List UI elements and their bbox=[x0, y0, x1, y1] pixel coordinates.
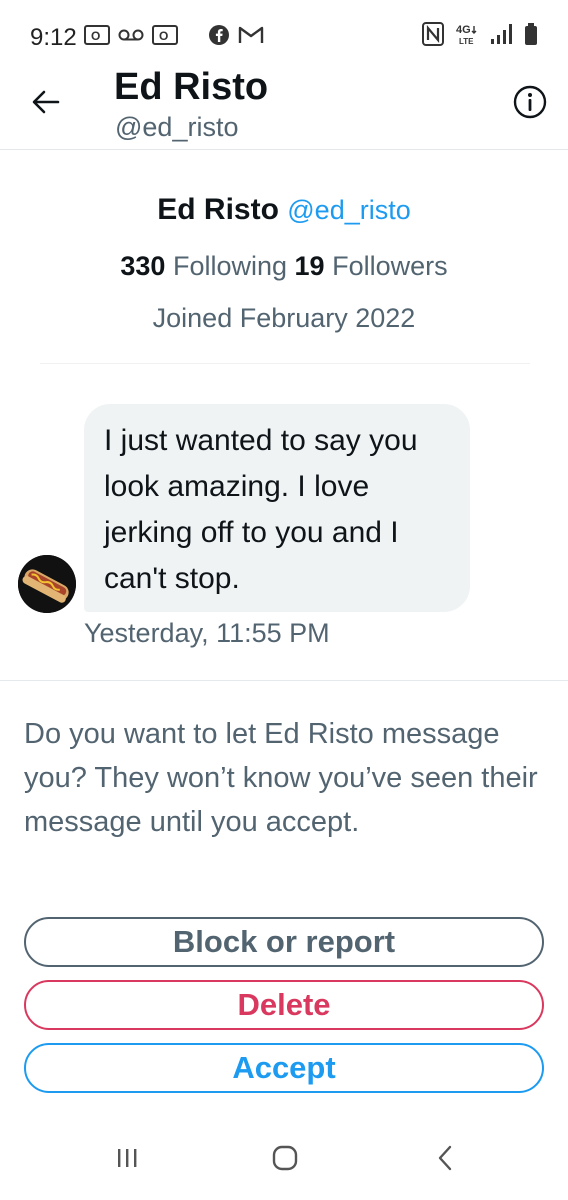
info-icon bbox=[513, 85, 547, 124]
status-notification-icons: O O bbox=[84, 23, 264, 47]
message-bubble[interactable]: I just wanted to say you look amazing. I… bbox=[84, 404, 470, 612]
back-button[interactable] bbox=[26, 84, 66, 124]
divider bbox=[40, 363, 530, 364]
gmail-icon bbox=[238, 23, 264, 47]
accept-button[interactable]: Accept bbox=[24, 1043, 544, 1093]
outlook-icon: O bbox=[84, 23, 110, 47]
home-button[interactable] bbox=[260, 1142, 310, 1178]
back-icon bbox=[436, 1145, 454, 1176]
nfc-icon bbox=[422, 22, 444, 46]
recent-apps-icon bbox=[115, 1147, 139, 1174]
svg-text:O: O bbox=[91, 29, 100, 43]
message-timestamp: Yesterday, 11:55 PM bbox=[84, 618, 330, 648]
4g-lte-icon: 4G LTE bbox=[454, 22, 480, 46]
following-label: Following bbox=[172, 251, 288, 281]
profile-display-name: Ed Risto bbox=[157, 193, 279, 226]
signal-icon bbox=[490, 22, 514, 46]
hotdog-avatar[interactable] bbox=[18, 555, 76, 613]
header-handle: @ed_risto bbox=[115, 112, 239, 142]
followers-label: Followers bbox=[332, 251, 448, 281]
status-spacer bbox=[186, 23, 200, 47]
joined-date: Joined February 2022 bbox=[152, 303, 416, 333]
battery-icon bbox=[524, 22, 538, 46]
profile-summary: Ed Risto @ed_risto 330 Following 19 Foll… bbox=[0, 190, 568, 336]
facebook-icon bbox=[208, 23, 230, 47]
message-request-prompt: Do you want to let Ed Risto message you?… bbox=[24, 718, 538, 838]
outlook-icon: O bbox=[152, 23, 178, 47]
following-count: 330 bbox=[120, 251, 166, 281]
status-bar: 9:12 O O 4G LTE bbox=[0, 0, 568, 62]
system-nav-bar bbox=[0, 1130, 568, 1190]
svg-text:LTE: LTE bbox=[459, 37, 474, 46]
profile-name-line[interactable]: Ed Risto @ed_risto bbox=[0, 190, 568, 230]
profile-stats: 330 Following 19 Followers bbox=[0, 248, 568, 284]
arrow-left-icon bbox=[32, 90, 60, 119]
svg-text:O: O bbox=[159, 29, 168, 43]
nav-back-button[interactable] bbox=[420, 1142, 470, 1178]
recent-apps-button[interactable] bbox=[102, 1142, 152, 1178]
header-display-name: Ed Risto bbox=[114, 66, 269, 108]
profile-handle: @ed_risto bbox=[287, 195, 411, 225]
conversation-info-button[interactable] bbox=[510, 84, 550, 124]
home-icon bbox=[271, 1144, 299, 1177]
divider bbox=[0, 680, 568, 681]
followers-count: 19 bbox=[294, 251, 325, 281]
conversation-header: Ed Risto @ed_risto bbox=[0, 62, 568, 150]
status-time: 9:12 bbox=[30, 24, 77, 51]
block-or-report-button[interactable]: Block or report bbox=[24, 917, 544, 967]
voicemail-icon bbox=[118, 23, 144, 47]
status-system-icons: 4G LTE bbox=[422, 22, 538, 46]
delete-button[interactable]: Delete bbox=[24, 980, 544, 1030]
svg-text:4G: 4G bbox=[456, 24, 471, 36]
